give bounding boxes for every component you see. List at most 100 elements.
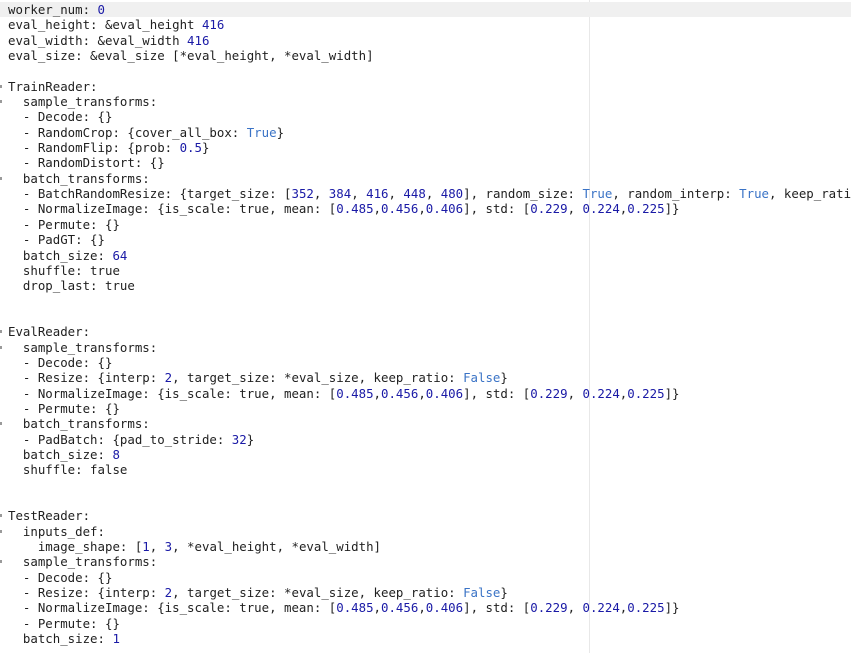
code-line[interactable]: - Resize: {interp: 2, target_size: *eval… [0,370,851,385]
fold-marker-icon[interactable] [0,529,2,533]
code-text: - RandomCrop: {cover_all_box: [22,124,247,140]
code-text: sample_transforms: [22,94,158,110]
code-text: , target_size: *eval_size, keep_ratio: [172,370,464,386]
code-line[interactable] [0,493,851,508]
code-text: - NormalizeImage: {is_scale: true, mean:… [22,600,337,616]
number-token: 448 [403,186,426,202]
fold-marker-icon[interactable] [0,330,2,334]
code-text: - NormalizeImage: {is_scale: true, mean:… [22,201,337,217]
code-text: , random_interp: [612,186,740,202]
code-text: - Resize: {interp: [22,370,165,386]
code-line[interactable] [0,478,851,493]
fold-marker-icon[interactable] [0,560,2,564]
code-line[interactable]: - BatchRandomResize: {target_size: [352,… [0,186,851,201]
code-text: , [149,539,165,555]
code-line[interactable]: - Permute: {} [0,616,851,631]
code-line[interactable]: sample_transforms: [0,94,851,109]
number-token: 0.406 [425,201,464,217]
code-text: , [373,201,382,217]
code-line[interactable]: batch_size: 64 [0,248,851,263]
fold-marker-icon[interactable] [0,176,2,180]
code-lines[interactable]: worker_num: 0 eval_height: &eval_height 4… [0,2,851,646]
code-text: shuffle: true [22,262,120,278]
number-token: 0.224 [582,385,620,401]
number-token: 0 [97,2,105,17]
number-token: 32 [231,431,247,447]
code-text: worker_num: [8,2,98,17]
code-line[interactable]: shuffle: false [0,462,851,477]
fold-marker-icon[interactable] [0,100,2,104]
code-line[interactable] [0,309,851,324]
code-line[interactable]: - PadGT: {} [0,232,851,247]
fold-marker-icon[interactable] [0,514,2,518]
code-line[interactable]: - Permute: {} [0,401,851,416]
code-line[interactable]: eval_width: &eval_width 416 [0,33,851,48]
code-text: ]} [664,600,680,616]
code-line[interactable]: - NormalizeImage: {is_scale: true, mean:… [0,386,851,401]
code-line[interactable]: - RandomCrop: {cover_all_box: True} [0,125,851,140]
code-editor[interactable]: worker_num: 0 eval_height: &eval_height 4… [0,0,851,653]
code-line[interactable]: batch_transforms: [0,416,851,431]
code-line[interactable]: sample_transforms: [0,554,851,569]
code-text: , [351,186,367,202]
code-line[interactable]: - Decode: {} [0,355,851,370]
code-text: , [418,600,426,616]
boolean-token: True [246,124,277,140]
code-line[interactable]: - Permute: {} [0,217,851,232]
fold-marker-icon[interactable] [0,84,2,88]
code-text: - BatchRandomResize: {target_size: [ [22,186,292,202]
code-text: , keep_ratio: [769,186,851,202]
code-line[interactable]: EvalReader: [0,324,851,339]
code-line[interactable]: batch_transforms: [0,171,851,186]
code-line[interactable]: - Decode: {} [0,570,851,585]
fold-marker-icon[interactable] [0,345,2,349]
code-line[interactable]: batch_size: 1 [0,631,851,646]
boolean-token: False [463,370,501,386]
code-line[interactable] [0,294,851,309]
code-line[interactable] [0,63,851,78]
code-line[interactable]: sample_transforms: [0,340,851,355]
code-line[interactable]: batch_size: 8 [0,447,851,462]
code-line[interactable]: - NormalizeImage: {is_scale: true, mean:… [0,201,851,216]
code-line[interactable]: - PadBatch: {pad_to_stride: 32} [0,432,851,447]
number-token: 1 [142,539,150,555]
code-text: , [418,201,426,217]
number-token: 0.456 [381,385,419,401]
code-line[interactable]: image_shape: [1, 3, *eval_height, *eval_… [0,539,851,554]
code-text: , [373,600,382,616]
code-line[interactable]: - RandomFlip: {prob: 0.5} [0,140,851,155]
code-line[interactable]: - RandomDistort: {} [0,155,851,170]
code-line[interactable]: - NormalizeImage: {is_scale: true, mean:… [0,600,851,615]
code-line[interactable]: - Resize: {interp: 2, target_size: *eval… [0,585,851,600]
boolean-token: True [582,186,613,202]
code-line[interactable]: - Decode: {} [0,109,851,124]
code-line[interactable]: shuffle: true [0,263,851,278]
code-line[interactable]: TestReader: [0,508,851,523]
code-line[interactable]: drop_last: true [0,278,851,293]
number-token: 384 [328,186,352,202]
code-line[interactable]: inputs_def: [0,524,851,539]
code-text: } [500,370,508,386]
code-line[interactable]: eval_height: &eval_height 416 [0,17,851,32]
number-token: 1 [112,631,120,647]
code-text: image_shape: [ [37,539,143,555]
code-text: - Permute: {} [22,400,120,416]
code-line[interactable]: TrainReader: [0,79,851,94]
number-token: 0.406 [425,385,464,401]
fold-marker-icon[interactable] [0,422,2,426]
number-token: 0.225 [627,201,665,217]
code-text: eval_height: &eval_height [8,17,202,33]
code-text: TestReader: [8,508,91,524]
code-text: , [425,186,441,202]
code-line[interactable]: eval_size: &eval_size [*eval_height, *ev… [0,48,851,63]
current-code-line[interactable]: worker_num: 0 [0,2,851,18]
